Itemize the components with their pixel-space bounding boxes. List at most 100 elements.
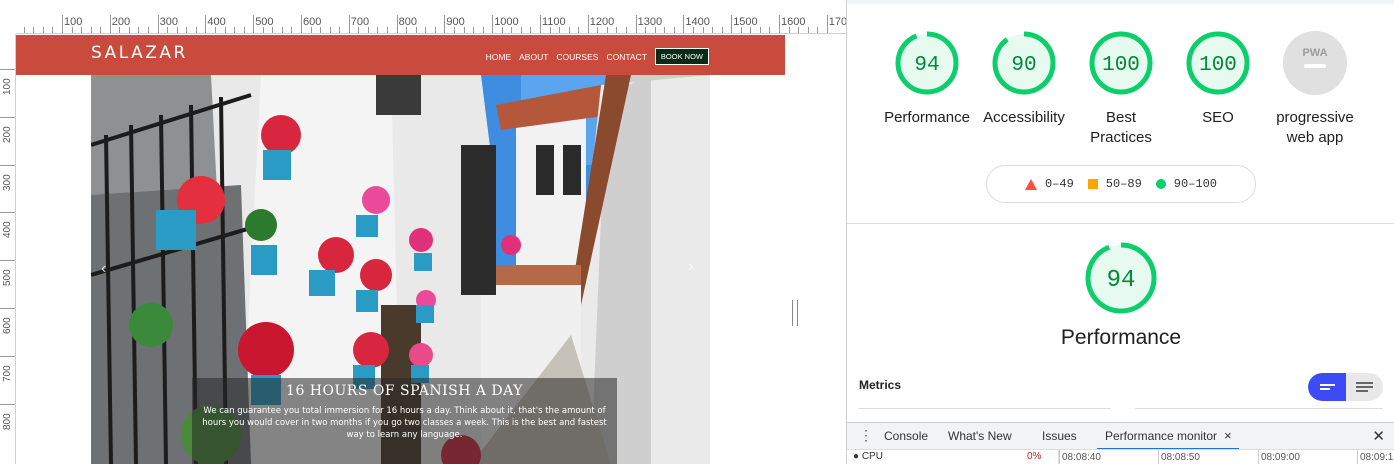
triangle-icon bbox=[1024, 178, 1037, 190]
tab-console[interactable]: Console bbox=[884, 429, 928, 443]
gauge-performance-value: 94 bbox=[914, 54, 939, 77]
ruler-tick bbox=[0, 403, 15, 405]
ruler-corner bbox=[0, 15, 16, 34]
ruler-tick bbox=[253, 15, 255, 33]
ruler-label: 600 bbox=[2, 317, 13, 334]
ruler-label: 1400 bbox=[685, 16, 710, 28]
emulated-viewport[interactable]: SALAZAR HOME ABOUT COURSES CONTACT BOOK … bbox=[16, 35, 785, 464]
ruler-tick bbox=[0, 260, 15, 262]
ruler-label: 1200 bbox=[589, 16, 615, 28]
ruler-label: 300 bbox=[159, 16, 178, 28]
hero-caption-text: We can guarantee you total immersion for… bbox=[202, 406, 607, 440]
metrics-heading: Metrics bbox=[859, 378, 902, 392]
cpu-metric-label[interactable]: ● CPU bbox=[853, 451, 883, 462]
timeline-label: 08:09:1 bbox=[1360, 452, 1394, 463]
ruler-tick bbox=[540, 15, 541, 33]
ruler-tick bbox=[0, 69, 15, 70]
ruler-tick bbox=[157, 15, 159, 33]
legend-pass: 90–100 bbox=[1155, 177, 1218, 191]
device-emulation-pane: 100 200 300 400 500 600 700 800 900 1000 1100 1200 1… bbox=[0, 0, 846, 464]
ruler-label: 400 bbox=[2, 221, 13, 239]
square-icon bbox=[1087, 179, 1098, 189]
circle-icon bbox=[1155, 179, 1166, 189]
drawer-menu-icon[interactable]: ⋮ bbox=[859, 428, 873, 442]
performance-monitor-timeline: ● CPU 0% 08:08:40 08:08:50 08:09:00 08:0… bbox=[847, 449, 1394, 464]
ruler-tick bbox=[635, 15, 637, 33]
ruler-label: 300 bbox=[2, 173, 13, 191]
ruler-tick bbox=[109, 15, 111, 33]
ruler-label: 700 bbox=[350, 16, 370, 28]
metrics-view-toggle[interactable] bbox=[1308, 373, 1383, 401]
ruler-tick bbox=[0, 164, 15, 166]
nav-link-about[interactable]: ABOUT bbox=[519, 52, 548, 62]
metric-divider bbox=[859, 408, 1111, 409]
ruler-label: 1100 bbox=[542, 16, 566, 28]
carousel-prev-icon[interactable]: ‹ bbox=[101, 260, 106, 278]
drawer-tabbar: ⋮ Console What's New Issues Performance … bbox=[847, 422, 1394, 450]
monitor-metric-list: ● CPU 0% bbox=[847, 450, 1059, 464]
ruler-label: 1700 bbox=[828, 16, 846, 28]
gauge-best-practices-label: Best Practices bbox=[1090, 109, 1152, 146]
ruler-tick bbox=[396, 15, 398, 33]
nav-link-contact[interactable]: CONTACT bbox=[606, 52, 646, 62]
gauge-best-practices-ring: 100 bbox=[1089, 31, 1153, 95]
ruler-label: 200 bbox=[111, 16, 131, 28]
ruler-label: 100 bbox=[2, 78, 13, 95]
ruler-tick bbox=[779, 15, 780, 33]
devtools-top-strip bbox=[847, 0, 1394, 4]
gauge-best-practices[interactable]: 100 Best Practices bbox=[1073, 30, 1169, 148]
carousel-next-icon[interactable]: › bbox=[688, 258, 693, 276]
tab-whats-new[interactable]: What's New bbox=[948, 429, 1012, 443]
tab-issues[interactable]: Issues bbox=[1042, 429, 1077, 443]
ruler-label: 1600 bbox=[781, 16, 806, 28]
nav-link-home[interactable]: HOME bbox=[486, 52, 512, 62]
legend-average: 50–89 bbox=[1087, 177, 1142, 191]
ruler-label: 1300 bbox=[637, 16, 663, 28]
screen: 100 200 300 400 500 600 700 800 900 1000 1100 1200 1… bbox=[0, 0, 1394, 464]
legend-pass-range: 90–100 bbox=[1173, 177, 1218, 191]
timeline-label: 08:08:50 bbox=[1161, 452, 1200, 463]
site-brand[interactable]: SALAZAR bbox=[91, 43, 188, 63]
ruler-tick bbox=[683, 15, 685, 33]
gauge-accessibility-ring: 90 bbox=[992, 31, 1056, 95]
gauge-seo-ring: 100 bbox=[1186, 31, 1250, 95]
vertical-ruler: 100 200 300 400 500 600 700 800 bbox=[0, 34, 16, 464]
cpu-metric-value: 0% bbox=[1027, 451, 1042, 462]
gauge-pwa[interactable]: PWA progressive web app bbox=[1267, 30, 1363, 148]
gauge-performance-label: Performance bbox=[884, 109, 970, 126]
devtools-panel: 94 Performance 90 Accessibility 100 Best… bbox=[846, 0, 1394, 464]
hero-carousel: ‹ › 16 HOURS OF SPANISH A DAY We can gua… bbox=[91, 75, 710, 464]
resize-handle[interactable] bbox=[792, 300, 798, 326]
ruler-tick bbox=[0, 308, 15, 309]
compact-view-button[interactable] bbox=[1308, 373, 1346, 401]
ruler-tick bbox=[826, 15, 828, 33]
pwa-badge-icon: PWA bbox=[1283, 31, 1347, 95]
tab-performance-monitor[interactable]: Performance monitor bbox=[1105, 429, 1217, 443]
pwa-badge-text: PWA bbox=[1302, 47, 1327, 59]
nav-link-courses[interactable]: COURSES bbox=[556, 52, 598, 62]
ruler-label: 200 bbox=[2, 126, 13, 143]
performance-main-gauge: 94 bbox=[1085, 242, 1157, 314]
ruler-label: 800 bbox=[398, 16, 417, 28]
metric-divider bbox=[1135, 408, 1383, 409]
ruler-label: 1000 bbox=[494, 16, 519, 28]
section-divider bbox=[847, 223, 1394, 224]
book-now-button[interactable]: BOOK NOW bbox=[654, 48, 709, 65]
ruler-label: 400 bbox=[207, 16, 226, 28]
expanded-view-button[interactable] bbox=[1346, 373, 1383, 401]
gauge-best-practices-value: 100 bbox=[1102, 54, 1140, 77]
close-drawer-icon[interactable]: ✕ bbox=[1372, 427, 1385, 445]
gauge-accessibility[interactable]: 90 Accessibility bbox=[976, 30, 1072, 128]
gauge-seo[interactable]: 100 SEO bbox=[1170, 30, 1266, 128]
ruler-tick bbox=[0, 355, 15, 357]
close-tab-icon[interactable]: × bbox=[1224, 428, 1232, 443]
timeline-label: 08:09:00 bbox=[1261, 452, 1300, 463]
ruler-tick bbox=[444, 15, 446, 33]
ruler-label: 500 bbox=[255, 16, 274, 28]
gauge-pwa-label: progressive web app bbox=[1276, 109, 1354, 146]
gauge-performance[interactable]: 94 Performance bbox=[879, 30, 975, 128]
gauge-accessibility-value: 90 bbox=[1011, 54, 1036, 77]
legend-fail: 0–49 bbox=[1024, 177, 1074, 191]
ruler-tick bbox=[0, 116, 15, 118]
legend-fail-range: 0–49 bbox=[1044, 177, 1074, 191]
